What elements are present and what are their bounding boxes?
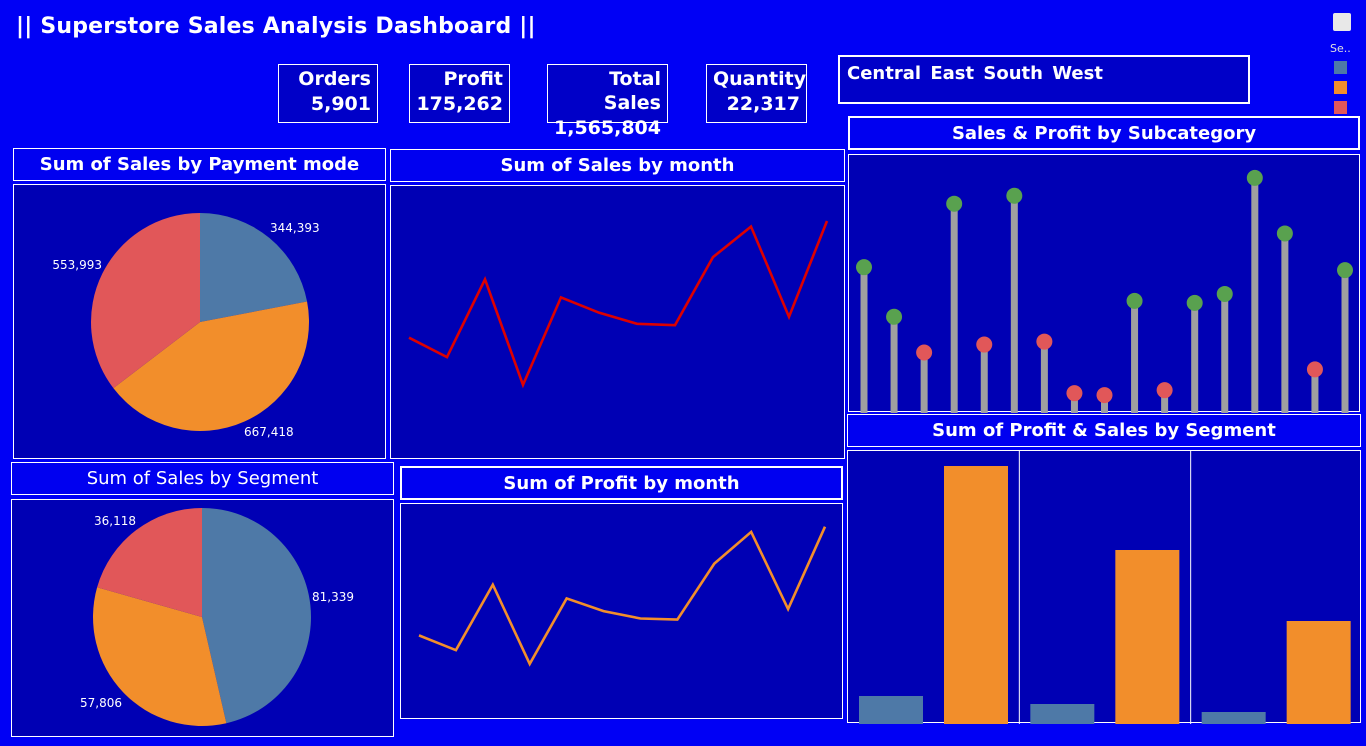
legend-swatch-orange[interactable]: [1334, 81, 1347, 94]
sales-month-header: Sum of Sales by month: [390, 149, 845, 182]
kpi-quantity-label: Quantity: [713, 68, 807, 90]
lollipop-stem: [980, 344, 988, 413]
segment-bars-chart: [859, 451, 1351, 724]
lollipop-stem: [1191, 302, 1199, 413]
lollipop-dot[interactable]: [1246, 169, 1263, 186]
lollipop-dot[interactable]: [856, 259, 872, 276]
segment-bars-header: Sum of Profit & Sales by Segment: [847, 414, 1361, 447]
profit-month-chart: [418, 526, 827, 667]
profit-month-header: Sum of Profit by month: [400, 466, 843, 500]
sales-month-chart: [408, 220, 829, 389]
pie-slice-label: 344,393: [270, 221, 320, 235]
lollipop-dot[interactable]: [916, 344, 933, 361]
dashboard-title: || Superstore Sales Analysis Dashboard |…: [16, 14, 536, 39]
lollipop-dot[interactable]: [1126, 292, 1143, 309]
legend-swatch-blue[interactable]: [1334, 61, 1347, 74]
payment-pie-chart: 344,393 667,418 553,993: [52, 213, 320, 439]
line-series[interactable]: [408, 220, 829, 389]
pie-slice-label: 36,118: [94, 514, 136, 528]
lollipop-stem: [1251, 177, 1259, 413]
lollipop-stem: [1281, 233, 1289, 413]
kpi-total-sales-value: 1,565,804: [554, 117, 661, 139]
kpi-orders-value: 5,901: [310, 93, 371, 115]
legend-toggle-button[interactable]: [1333, 13, 1351, 31]
lollipop-dot[interactable]: [1276, 225, 1293, 242]
subcategory-panel: [848, 154, 1360, 413]
subcategory-header: Sales & Profit by Subcategory: [848, 116, 1360, 150]
segment-pie-chart: 81,339 57,806 36,118: [80, 508, 354, 726]
lollipop-stem: [1040, 341, 1048, 413]
kpi-quantity: Quantity 22,317: [706, 64, 807, 123]
pie-slice-label: 553,993: [52, 258, 102, 272]
lollipop-dot[interactable]: [1186, 294, 1203, 311]
sales-bar[interactable]: [1115, 550, 1180, 724]
sales-bar[interactable]: [944, 466, 1008, 724]
pie-slice-label: 57,806: [80, 696, 122, 710]
legend-title: Se..: [1330, 42, 1351, 55]
sales-month-panel: [390, 185, 845, 459]
lollipop-dot[interactable]: [1337, 262, 1353, 279]
kpi-total-sales-label: Total Sales: [603, 68, 661, 114]
lollipop-stem: [1341, 270, 1349, 413]
kpi-profit-value: 175,262: [416, 93, 503, 115]
lollipop-dot[interactable]: [1306, 361, 1323, 378]
kpi-profit-label: Profit: [443, 68, 503, 90]
region-filter-west[interactable]: West: [1052, 63, 1103, 84]
kpi-quantity-value: 22,317: [726, 93, 800, 115]
payment-pie-header: Sum of Sales by Payment mode: [13, 148, 386, 181]
kpi-orders: Orders 5,901: [278, 64, 378, 123]
segment-pie-header: Sum of Sales by Segment: [11, 462, 394, 495]
region-filter[interactable]: Central East South West: [838, 55, 1250, 104]
pie-slice-label: 81,339: [312, 590, 354, 604]
lollipop-stem: [860, 267, 868, 413]
profit-bar[interactable]: [1030, 704, 1095, 724]
segment-pie-panel: 81,339 57,806 36,118: [11, 499, 394, 737]
region-filter-south[interactable]: South: [983, 63, 1043, 84]
line-series[interactable]: [418, 526, 827, 667]
lollipop-dot[interactable]: [1096, 387, 1113, 404]
region-filter-east[interactable]: East: [930, 63, 974, 84]
lollipop-stem: [1010, 195, 1018, 413]
lollipop-stem: [950, 203, 958, 413]
lollipop-dot[interactable]: [886, 308, 903, 325]
lollipop-stem: [920, 352, 928, 413]
lollipop-stem: [1221, 293, 1229, 413]
region-filter-central[interactable]: Central: [847, 63, 921, 84]
subcategory-chart: [856, 169, 1353, 413]
lollipop-stem: [1131, 300, 1139, 413]
pie-slice-label: 667,418: [244, 425, 294, 439]
lollipop-dot[interactable]: [1006, 187, 1023, 204]
kpi-orders-label: Orders: [298, 68, 371, 90]
profit-month-panel: [400, 503, 843, 719]
lollipop-dot[interactable]: [946, 195, 963, 212]
lollipop-dot[interactable]: [1036, 333, 1053, 350]
payment-pie-panel: 344,393 667,418 553,993: [13, 184, 386, 459]
kpi-total-sales: Total Sales 1,565,804: [547, 64, 668, 139]
lollipop-dot[interactable]: [1066, 385, 1083, 402]
sales-bar[interactable]: [1286, 621, 1351, 724]
lollipop-dot[interactable]: [976, 336, 993, 353]
profit-bar[interactable]: [859, 696, 923, 724]
kpi-profit: Profit 175,262: [409, 64, 510, 123]
lollipop-dot[interactable]: [1216, 285, 1233, 302]
legend-swatch-red[interactable]: [1334, 101, 1347, 114]
segment-bars-panel: [847, 450, 1361, 724]
lollipop-dot[interactable]: [1156, 382, 1173, 399]
lollipop-stem: [890, 316, 898, 413]
profit-bar[interactable]: [1201, 712, 1266, 724]
